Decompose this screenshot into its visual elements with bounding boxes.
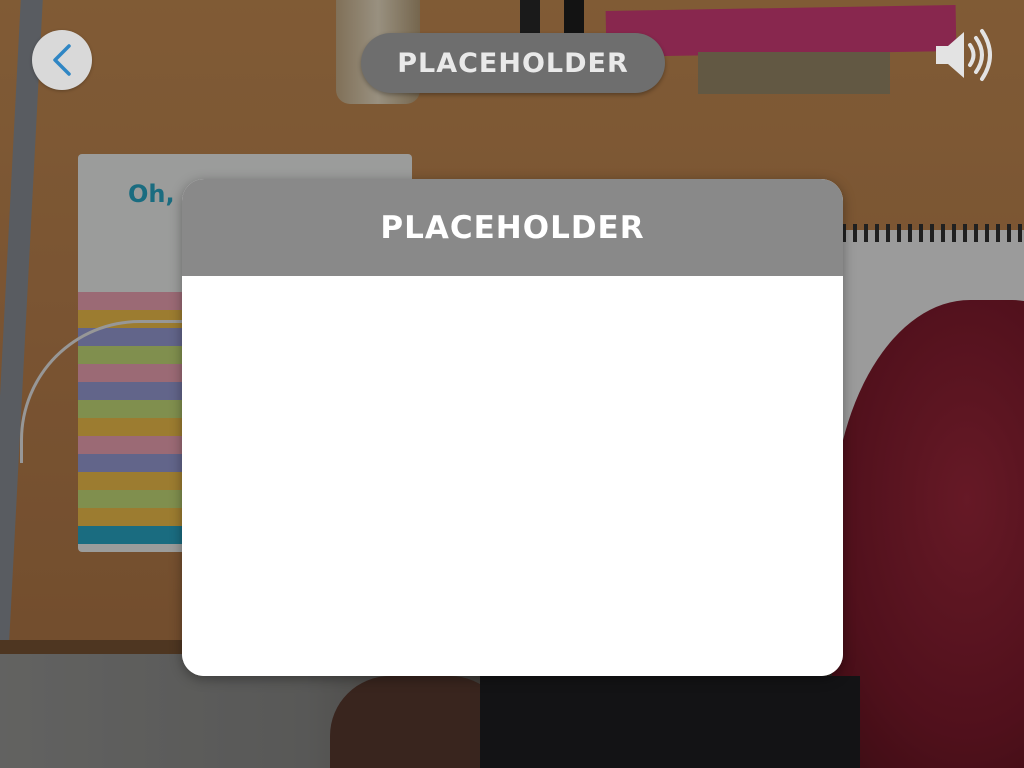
modal-header: PLACEHOLDER (182, 179, 843, 276)
screen-title: PLACEHOLDER (397, 47, 629, 79)
screen-title-pill: PLACEHOLDER (361, 33, 665, 93)
app-screen: Oh, PLACEHOLDER PLACEHOLDER (0, 0, 1024, 768)
back-button[interactable] (32, 30, 92, 90)
chevron-left-icon (50, 43, 74, 77)
sound-button[interactable] (930, 26, 996, 88)
speaker-volume-icon (932, 26, 994, 88)
modal-dialog: PLACEHOLDER (182, 179, 843, 676)
modal-title: PLACEHOLDER (380, 209, 645, 246)
modal-body (182, 276, 843, 676)
